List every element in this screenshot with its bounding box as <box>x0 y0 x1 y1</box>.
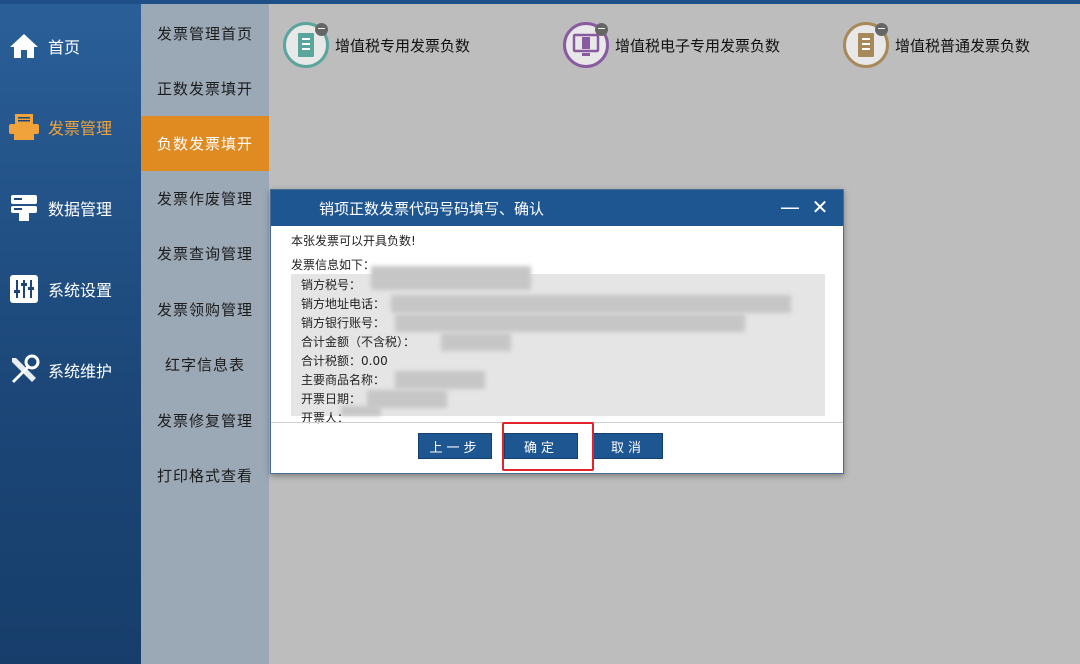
submenu-item-purchase-management[interactable]: 发票领购管理 <box>141 282 269 337</box>
submenu-item-red-info-table[interactable]: 红字信息表 <box>141 337 269 392</box>
submenu-item-positive-invoice[interactable]: 正数发票填开 <box>141 61 269 116</box>
printer-icon <box>8 111 40 143</box>
tools-icon <box>8 354 40 386</box>
nav-item-label: 数据管理 <box>48 200 113 219</box>
dialog-title: 销项正数发票代码号码填写、确认 <box>319 199 545 218</box>
dialog-message: 本张发票可以开具负数! <box>291 234 416 248</box>
close-icon[interactable]: ✕ <box>809 195 831 219</box>
tile-label: 增值税普通发票负数 <box>895 36 1031 55</box>
tile-label: 增值税专用发票负数 <box>335 36 471 55</box>
tile-general-vat-negative[interactable]: − 增值税普通发票负数 <box>843 20 1030 70</box>
field-label: 开票日期： <box>301 392 362 406</box>
nav-item-system-settings[interactable]: 系统设置 <box>0 259 141 319</box>
dialog-title-bar[interactable]: 销项正数发票代码号码填写、确认 — ✕ <box>271 190 843 226</box>
info-row-total-tax: 合计税额：0.00 <box>301 352 815 371</box>
info-row-main-goods: 主要商品名称： <box>301 371 815 390</box>
redacted-region <box>441 333 511 351</box>
info-row-total-amount: 合计金额（不含税）： <box>301 333 815 352</box>
prev-step-button[interactable]: 上一步 <box>418 433 492 459</box>
nav-item-label: 系统维护 <box>48 362 113 381</box>
confirm-highlight-box <box>502 422 594 471</box>
minimize-icon[interactable]: — <box>779 195 801 219</box>
minus-badge-icon: − <box>595 22 608 36</box>
redacted-region <box>391 295 791 313</box>
tile-special-vat-negative[interactable]: − 增值税专用发票负数 <box>283 20 470 70</box>
submenu: 发票管理首页 正数发票填开 负数发票填开 发票作废管理 发票查询管理 发票领购管… <box>141 4 269 664</box>
document-icon: − <box>843 22 889 68</box>
submenu-item-repair-management[interactable]: 发票修复管理 <box>141 393 269 448</box>
nav-item-label: 系统设置 <box>48 281 113 300</box>
field-label: 销方银行账号： <box>301 316 386 330</box>
submenu-item-negative-invoice[interactable]: 负数发票填开 <box>141 116 269 171</box>
redacted-region <box>371 266 531 290</box>
dialog-body: 本张发票可以开具负数! 发票信息如下： 销方税号： 销方地址电话： 销方银行账号… <box>271 226 843 425</box>
minus-badge-icon: − <box>315 22 328 36</box>
nav-item-label: 发票管理 <box>48 119 113 138</box>
redacted-region <box>341 406 381 416</box>
document-icon: − <box>283 22 329 68</box>
monitor-document-icon: − <box>563 22 609 68</box>
redacted-region <box>395 314 745 332</box>
tile-electronic-special-vat-negative[interactable]: − 增值税电子专用发票负数 <box>563 20 780 70</box>
nav-item-invoice-management[interactable]: 发票管理 <box>0 97 141 157</box>
nav-item-label: 首页 <box>48 38 81 57</box>
redacted-region <box>395 371 485 389</box>
database-icon <box>8 192 40 224</box>
nav-item-system-maintenance[interactable]: 系统维护 <box>0 340 141 400</box>
submenu-item-invoice-home[interactable]: 发票管理首页 <box>141 6 269 61</box>
field-label: 合计金额（不含税）： <box>301 335 416 349</box>
main-nav: 首页 发票管理 数据管理 系统设置 系统维护 <box>0 4 141 664</box>
cancel-button[interactable]: 取消 <box>593 433 663 459</box>
field-value: 0.00 <box>361 354 388 368</box>
invoice-info-box: 销方税号： 销方地址电话： 销方银行账号： 合计金额（不含税）： 合计税额：0.… <box>291 266 825 425</box>
minus-badge-icon: − <box>875 22 888 36</box>
tile-label: 增值税电子专用发票负数 <box>615 36 781 55</box>
submenu-item-void-management[interactable]: 发票作废管理 <box>141 171 269 226</box>
field-label: 合计税额： <box>301 354 362 368</box>
sliders-icon <box>8 273 40 305</box>
nav-item-data-management[interactable]: 数据管理 <box>0 178 141 238</box>
submenu-item-print-format[interactable]: 打印格式查看 <box>141 448 269 503</box>
nav-item-home[interactable]: 首页 <box>0 16 141 76</box>
field-label: 销方税号： <box>301 278 362 292</box>
submenu-item-query-management[interactable]: 发票查询管理 <box>141 226 269 281</box>
field-label: 主要商品名称： <box>301 373 386 387</box>
home-icon <box>8 30 40 62</box>
field-label: 销方地址电话： <box>301 297 386 311</box>
